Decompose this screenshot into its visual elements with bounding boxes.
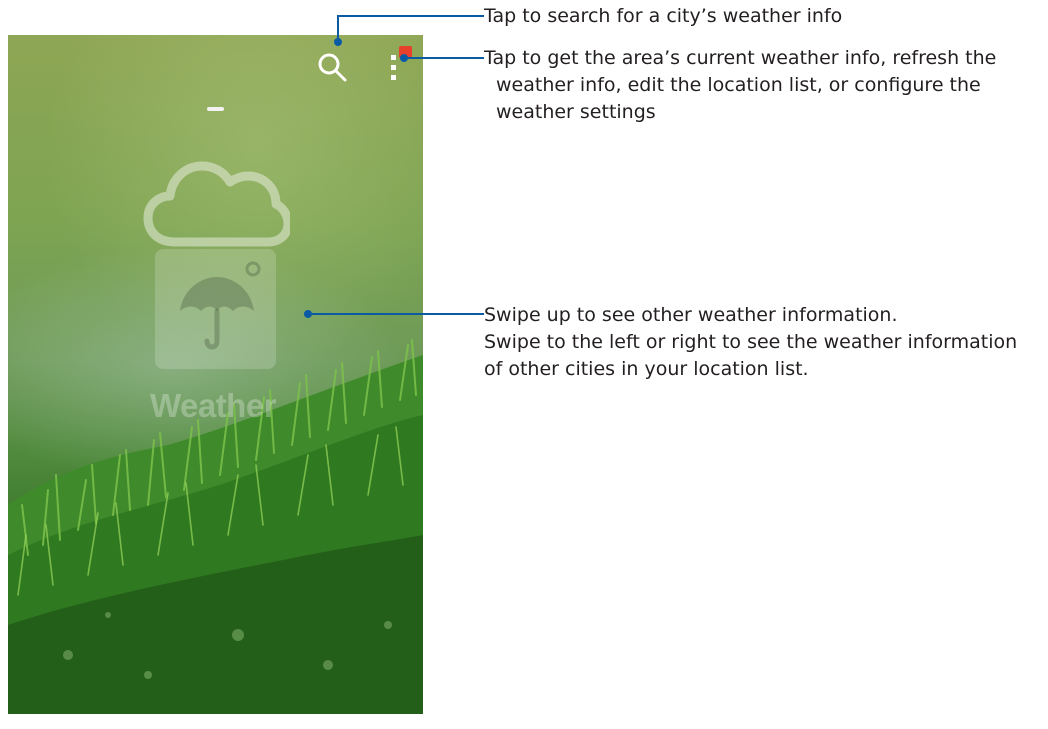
callout-line: weather settings [496,101,656,123]
callout-line: weather info, edit the location list, or… [496,74,981,96]
search-callout-line [337,15,484,42]
callout-line: Tap to get the area’s current weather in… [484,47,997,69]
callout-line: Swipe up to see other weather informatio… [484,304,898,326]
menu-callout-dot [400,54,408,62]
menu-callout-text: Tap to get the area’s current weather in… [484,45,996,126]
search-callout-text: Tap to search for a city’s weather info [484,3,842,30]
swipe-callout-dot [304,310,312,318]
callout-line: of other cities in your location list. [484,358,809,380]
callout-line: Swipe to the left or right to see the we… [484,331,1018,353]
swipe-callout-text: Swipe up to see other weather informatio… [484,302,1017,383]
search-callout-dot [334,38,342,46]
callout-line: Tap to search for a city’s weather info [484,5,843,27]
